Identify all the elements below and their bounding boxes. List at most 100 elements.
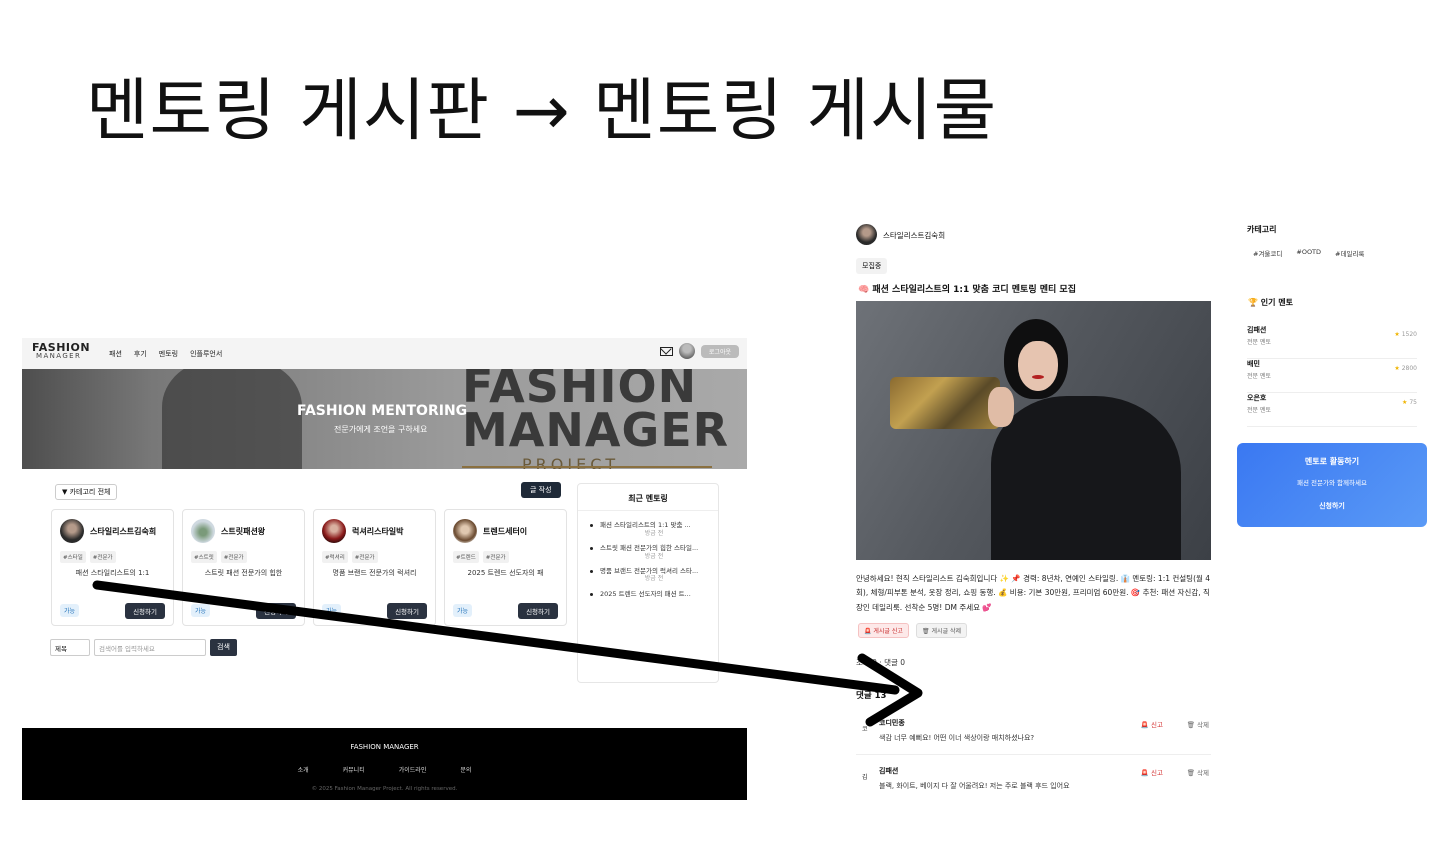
nav-menu: 패션 후기 멘토링 인플루언서 xyxy=(109,349,222,359)
photo-bag xyxy=(890,377,1000,429)
status-badge: 가능 xyxy=(60,604,80,617)
report-comment-button[interactable]: 🚨 신고 xyxy=(1141,767,1163,777)
tag[interactable]: #겨울코디 xyxy=(1253,248,1282,258)
cta-apply-button[interactable]: 신청하기 xyxy=(1237,501,1427,511)
hero-logo-text: FASHION MANAGER xyxy=(462,369,729,453)
footer-title: FASHION MANAGER xyxy=(350,743,419,751)
report-comment-button[interactable]: 🚨 신고 xyxy=(1141,719,1163,729)
nav-item-fashion[interactable]: 패션 xyxy=(109,349,122,359)
footer: FASHION MANAGER 소개 커뮤니티 가이드라인 문의 © 2025 … xyxy=(22,728,747,800)
tag[interactable]: #데일리룩 xyxy=(1335,248,1364,258)
card-tags: #스타일 #전문가 xyxy=(60,551,116,563)
apply-button[interactable]: 신청하기 xyxy=(125,603,165,619)
tag[interactable]: #전문가 xyxy=(220,551,247,563)
apply-button[interactable]: 신청하기 xyxy=(256,603,296,619)
cta-subtitle: 패션 전문가와 함께하세요 xyxy=(1297,479,1367,487)
list-item[interactable]: 패션 스타일리스트의 1:1 맞춤 ... 방금 전 xyxy=(588,521,708,538)
recent-item-time: 방금 전 xyxy=(644,575,664,583)
footer-link-guidelines[interactable]: 가이드라인 xyxy=(399,765,427,774)
delete-comment-button[interactable]: 🗑 삭제 xyxy=(1187,767,1209,777)
recent-mentoring-panel: 최근 멘토링 패션 스타일리스트의 1:1 맞춤 ... 방금 전 스트릿 패션 … xyxy=(577,483,719,683)
status-badge: 가능 xyxy=(191,604,211,617)
avatar[interactable] xyxy=(678,343,695,359)
mentor-score: ★ 2800 xyxy=(1394,365,1417,372)
footer-link-community[interactable]: 커뮤니티 xyxy=(343,765,365,774)
search-bar: 제목 검색어를 입력하세요 검색 xyxy=(50,639,237,656)
cta-title: 멘토로 활동하기 xyxy=(1304,457,1360,466)
status-badge: 모집중 xyxy=(856,258,888,274)
mentor-card[interactable]: 럭셔리스타일박 #럭셔리 #전문가 명품 브랜드 전문가의 럭셔리 가능 신청하… xyxy=(313,509,436,626)
mentor-card[interactable]: 스트릿패션왕 #스트릿 #전문가 스트릿 패션 전문가의 힙한 가능 신청하기 xyxy=(182,509,305,626)
mentor-card[interactable]: 트렌드세터이 #트렌드 #전문가 2025 트렌드 선도자의 패 가능 신청하기 xyxy=(444,509,567,626)
apply-button[interactable]: 신청하기 xyxy=(387,603,427,619)
search-field-select[interactable]: 제목 xyxy=(50,639,90,656)
post-title: 🧠 패션 스타일리스트의 1:1 맞춤 코디 멘토링 멘티 모집 xyxy=(858,285,1076,295)
search-input[interactable]: 검색어를 입력하세요 xyxy=(94,639,206,656)
status-badge: 가능 xyxy=(453,604,473,617)
card-name: 럭셔리스타일박 xyxy=(352,527,404,536)
tag[interactable]: #스타일 xyxy=(60,551,86,563)
footer-link-about[interactable]: 소개 xyxy=(298,765,309,774)
card-name: 스트릿패션왕 xyxy=(221,527,266,536)
hero-title: FASHION MENTORING xyxy=(297,403,468,419)
nav-item-mentoring[interactable]: 멘토링 xyxy=(159,349,178,359)
star-icon: ★ xyxy=(1394,331,1400,338)
popular-mentors-title: 🏆 인기 멘토 xyxy=(1248,298,1293,307)
tag[interactable]: #전문가 xyxy=(482,551,509,563)
mentor-score-value: 1520 xyxy=(1401,331,1417,338)
list-item[interactable]: 배민 전문 멘토 ★ 2800 xyxy=(1247,359,1417,393)
avatar xyxy=(453,519,477,543)
star-icon: ★ xyxy=(1402,399,1408,406)
recent-item-time: 방금 전 xyxy=(644,529,664,537)
logo[interactable]: FASHION MANAGER xyxy=(32,342,96,366)
comments-title: 댓글 13 xyxy=(856,691,887,701)
mentor-score: ★ 1520 xyxy=(1394,331,1417,338)
delete-post-button[interactable]: 🗑 게시글 삭제 xyxy=(916,623,968,638)
post-body: 안녕하세요! 현직 스타일리스트 김숙희입니다 ✨ 📌 경력: 8년차, 연예인… xyxy=(856,574,1211,612)
hero-banner: FASHION MANAGER PROJECT FASHION MENTORIN… xyxy=(22,369,747,469)
avatar[interactable] xyxy=(856,224,877,245)
mentor-card[interactable]: 스타일리스트김숙희 #스타일 #전문가 패션 스타일리스트의 1:1 가능 신청… xyxy=(51,509,174,626)
mail-icon[interactable] xyxy=(659,346,673,356)
nav-item-review[interactable]: 후기 xyxy=(134,349,147,359)
avatar xyxy=(60,519,84,543)
tag[interactable]: #트렌드 xyxy=(453,551,479,563)
card-name: 스타일리스트김숙희 xyxy=(90,527,157,536)
category-select[interactable]: ▼ 카테고리 전체 xyxy=(55,484,118,500)
recent-title: 최근 멘토링 xyxy=(578,493,718,511)
post-stats: 조회 0 · 댓글 0 xyxy=(856,658,906,667)
tag[interactable]: #스트릿 xyxy=(191,551,217,563)
recent-item-time: 방금 전 xyxy=(644,552,664,560)
card-summary: 2025 트렌드 선도자의 패 xyxy=(467,569,544,577)
hero-subtitle: 전문가에게 조언을 구하세요 xyxy=(334,425,428,434)
mentor-role: 전문 멘토 xyxy=(1247,339,1271,346)
recent-list: 패션 스타일리스트의 1:1 맞춤 ... 방금 전 스트릿 패션 전문가의 힙한… xyxy=(578,521,718,598)
card-tags: #스트릿 #전문가 xyxy=(191,551,247,563)
card-summary: 명품 브랜드 전문가의 럭셔리 xyxy=(332,569,417,577)
become-mentor-card: 멘토로 활동하기 패션 전문가와 함께하세요 신청하기 xyxy=(1237,443,1427,527)
tag[interactable]: #OOTD xyxy=(1296,248,1321,258)
logout-button[interactable]: 로그아웃 xyxy=(700,344,739,358)
list-item[interactable]: 명품 브랜드 전문가의 럭셔리 스타... 방금 전 xyxy=(588,567,708,584)
tag[interactable]: #럭셔리 xyxy=(322,551,348,563)
top-nav: FASHION MANAGER 패션 후기 멘토링 인플루언서 로그아웃 xyxy=(22,338,747,369)
logo-bottom: MANAGER xyxy=(36,351,82,360)
post-image xyxy=(856,301,1211,560)
mentor-role: 전문 멘토 xyxy=(1247,373,1271,380)
write-button[interactable]: 글 작성 xyxy=(521,482,561,498)
tag[interactable]: #전문가 xyxy=(351,551,378,563)
footer-link-contact[interactable]: 문의 xyxy=(460,765,471,774)
tag[interactable]: #전문가 xyxy=(89,551,116,563)
report-post-button[interactable]: 🚨 게시글 신고 xyxy=(858,623,909,638)
avatar xyxy=(191,519,215,543)
apply-button[interactable]: 신청하기 xyxy=(518,603,558,619)
search-button[interactable]: 검색 xyxy=(210,639,237,656)
post-author[interactable]: 스타일리스트김숙희 xyxy=(883,230,945,241)
comment-text: 블랙, 화이트, 베이지 다 잘 어울려요! 저는 주로 블랙 후드 입어요 xyxy=(879,782,1070,790)
list-item[interactable]: 스트릿 패션 전문가의 힙한 스타일... 방금 전 xyxy=(588,544,708,561)
nav-item-influencer[interactable]: 인플루언서 xyxy=(190,349,222,359)
list-item[interactable]: 오은호 전문 멘토 ★ 75 xyxy=(1247,393,1417,427)
list-item[interactable]: 김패션 전문 멘토 ★ 1520 xyxy=(1247,325,1417,359)
delete-comment-button[interactable]: 🗑 삭제 xyxy=(1187,719,1209,729)
list-item[interactable]: 2025 트렌드 선도자의 패션 트... xyxy=(588,590,708,599)
